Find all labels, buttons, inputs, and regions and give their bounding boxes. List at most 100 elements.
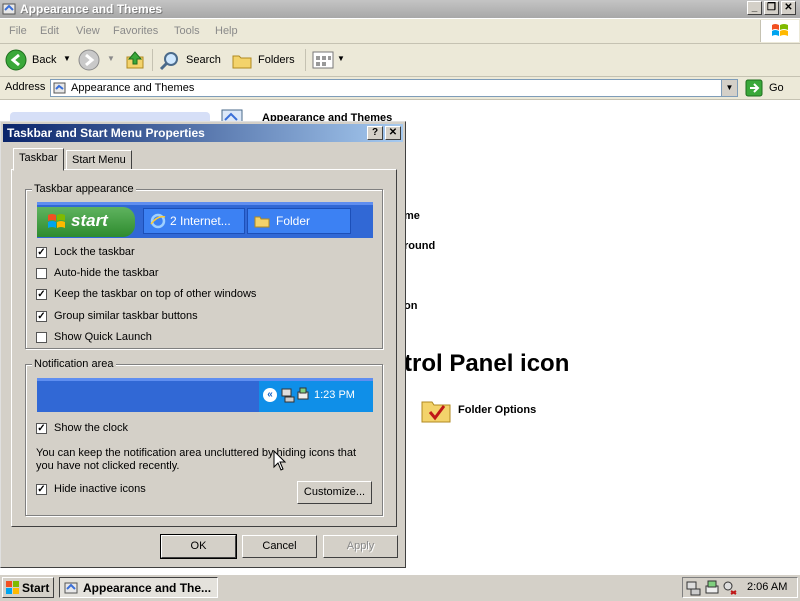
start-button[interactable]: Start [2, 577, 54, 598]
notification-area-preview: « 1:23 PM [37, 378, 373, 412]
windows-logo [760, 20, 799, 42]
group-buttons-label[interactable]: Group similar taskbar buttons [54, 310, 198, 322]
pick-task-item-fragment[interactable]: me [404, 210, 420, 222]
network-icon [281, 388, 295, 403]
address-dropdown-icon[interactable]: ▼ [721, 80, 737, 96]
toolbar-separator [152, 49, 153, 71]
search-button[interactable]: Search [159, 48, 225, 72]
notification-area-label: Notification area [32, 358, 116, 370]
go-button[interactable]: Go [745, 78, 795, 98]
forward-dropdown-icon[interactable]: ▼ [107, 54, 115, 63]
keep-on-top-checkbox[interactable]: ✓ [36, 289, 47, 300]
up-folder-icon[interactable] [124, 49, 146, 71]
taskbar-properties-dialog: Taskbar and Start Menu Properties ? ✕ Ta… [0, 121, 406, 568]
back-dropdown-icon[interactable]: ▼ [63, 54, 71, 63]
windows-flag-icon [6, 581, 19, 594]
folder-options-label: Folder Options [458, 404, 537, 416]
system-tray: 2:06 AM [682, 577, 798, 598]
toolbar-separator [305, 49, 306, 71]
control-panel-section-title: trol Panel icon [404, 350, 570, 377]
pick-task-item-fragment[interactable]: round [404, 240, 435, 252]
address-bar: Address Appearance and Themes ▼ Go [0, 77, 800, 100]
hide-inactive-label[interactable]: Hide inactive icons [54, 483, 146, 495]
close-button[interactable]: ✕ [781, 1, 796, 15]
help-button[interactable]: ? [367, 126, 383, 140]
lock-taskbar-label[interactable]: Lock the taskbar [54, 246, 135, 258]
taskbar-window-button[interactable]: Appearance and The... [59, 577, 218, 598]
apply-button[interactable]: Apply [323, 535, 398, 558]
address-input[interactable]: Appearance and Themes ▼ [50, 79, 738, 97]
quick-launch-label[interactable]: Show Quick Launch [54, 331, 152, 343]
printer-icon[interactable] [704, 580, 720, 596]
mouse-cursor-icon [273, 450, 287, 471]
show-hidden-icons-icon: « [263, 388, 277, 402]
folders-icon [232, 55, 252, 69]
cancel-button[interactable]: Cancel [242, 535, 317, 558]
menu-tools[interactable]: Tools [174, 25, 200, 37]
group-buttons-checkbox[interactable]: ✓ [36, 311, 47, 322]
taskbar-appearance-label: Taskbar appearance [32, 183, 136, 195]
internet-explorer-icon [150, 213, 166, 229]
start-label: Start [22, 581, 50, 595]
show-clock-label[interactable]: Show the clock [54, 422, 128, 434]
tab-start-menu[interactable]: Start Menu [66, 150, 132, 170]
menu-edit[interactable]: Edit [40, 25, 59, 37]
folder-window-icon [2, 3, 16, 15]
views-icon[interactable] [312, 50, 334, 70]
dialog-title: Taskbar and Start Menu Properties [7, 126, 205, 140]
dialog-close-button[interactable]: ✕ [385, 126, 401, 140]
auto-hide-label[interactable]: Auto-hide the taskbar [54, 267, 159, 279]
minimize-button[interactable]: _ [747, 1, 762, 15]
back-button[interactable]: Back ▼ [5, 48, 75, 72]
go-arrow-icon [745, 79, 763, 97]
views-dropdown-icon[interactable]: ▼ [337, 54, 345, 63]
taskbar-clock[interactable]: 2:06 AM [747, 581, 787, 593]
taskbar-preview: start 2 Internet... Folder [37, 202, 373, 238]
preview-start-button: start [37, 207, 135, 237]
restore-button[interactable]: ❐ [764, 1, 779, 15]
folder-options-icon [421, 401, 451, 423]
printer-icon [297, 387, 309, 400]
address-value: Appearance and Themes [71, 82, 195, 94]
safely-remove-hardware-icon[interactable] [722, 580, 738, 596]
pick-task-item-fragment[interactable]: on [404, 300, 417, 312]
windows-taskbar: Start Appearance and The... 2:06 AM [0, 574, 800, 601]
forward-arrow-icon[interactable] [78, 49, 100, 71]
hide-inactive-checkbox[interactable]: ✓ [36, 484, 47, 495]
menu-help[interactable]: Help [215, 25, 238, 37]
standard-toolbar: Back ▼ ▼ Search Folders ▼ [0, 44, 800, 77]
show-clock-checkbox[interactable]: ✓ [36, 423, 47, 434]
menu-view[interactable]: View [76, 25, 100, 37]
customize-button[interactable]: Customize... [297, 481, 372, 504]
back-label: Back [32, 54, 57, 66]
preview-clock: 1:23 PM [314, 389, 355, 401]
explorer-title-bar[interactable]: Appearance and Themes _ ❐ ✕ [0, 0, 800, 18]
auto-hide-checkbox[interactable] [36, 268, 47, 279]
preview-task-internet: 2 Internet... [143, 208, 245, 234]
notification-description: You can keep the notification area unclu… [36, 447, 357, 472]
menu-favorites[interactable]: Favorites [113, 25, 158, 37]
preview-start-label: start [71, 211, 108, 230]
folders-button[interactable]: Folders [231, 48, 301, 72]
menu-file[interactable]: File [9, 25, 27, 37]
tab-taskbar[interactable]: Taskbar [13, 148, 64, 171]
explorer-title: Appearance and Themes [20, 2, 163, 16]
folders-label: Folders [258, 54, 295, 66]
network-icon[interactable] [686, 580, 702, 596]
preview-task-folder-label: Folder [276, 214, 311, 228]
dialog-title-bar[interactable]: Taskbar and Start Menu Properties ? ✕ [3, 124, 403, 142]
windows-flag-icon [772, 24, 788, 36]
preview-task-folder: Folder [247, 208, 351, 234]
folder-options-link[interactable]: Folder Options [420, 396, 560, 424]
folder-icon [254, 216, 270, 228]
lock-taskbar-checkbox[interactable]: ✓ [36, 247, 47, 258]
keep-on-top-label[interactable]: Keep the taskbar on top of other windows [54, 288, 256, 300]
menu-bar: File Edit View Favorites Tools Help [0, 19, 800, 44]
quick-launch-checkbox[interactable] [36, 332, 47, 343]
taskbar-window-label: Appearance and The... [83, 581, 212, 595]
search-icon [159, 52, 178, 71]
go-label: Go [769, 82, 784, 94]
control-panel-icon [53, 82, 66, 94]
preview-task-internet-label: 2 Internet... [170, 214, 231, 228]
ok-button[interactable]: OK [160, 534, 237, 559]
